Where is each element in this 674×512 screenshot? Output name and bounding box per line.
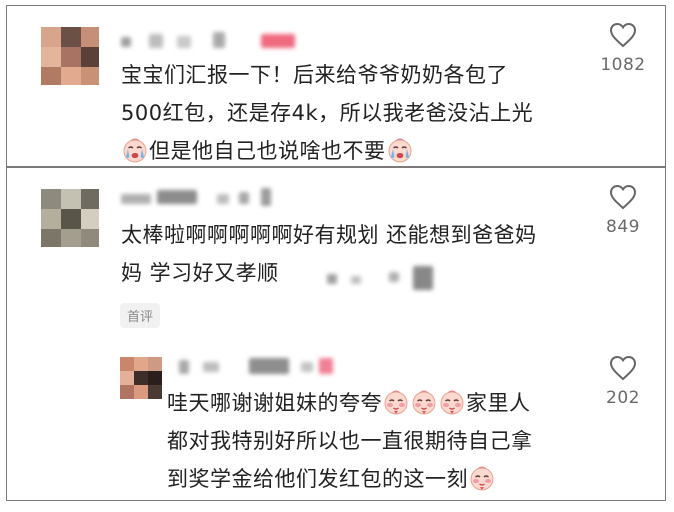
like-count: 202	[606, 388, 640, 408]
comment-line: 宝宝们汇报一下！后来给爷爷奶奶各包了	[121, 63, 508, 87]
like-button[interactable]: 849	[586, 184, 660, 237]
username-redacted[interactable]	[121, 30, 321, 50]
reply-line: 到奖学金给他们发红包的这一刻	[167, 467, 468, 491]
avatar[interactable]	[41, 189, 99, 247]
comment-card-2: 太棒啦啊啊啊啊啊好有规划 还能想到爸爸妈 妈 学习好又孝顺 首评 849 哇天哪…	[6, 167, 666, 501]
like-button[interactable]: 202	[586, 355, 660, 408]
comment-line: 500红包，还是存4k，所以我老爸没沾上光	[121, 101, 534, 125]
comment-line: 妈 学习好又孝顺	[121, 261, 279, 285]
crying-face-icon	[387, 137, 413, 163]
reply-line: 哇天哪谢谢姐妹的夸夸	[167, 391, 382, 415]
redacted-text	[327, 264, 467, 294]
reply-line: 都对我特别好所以也一直很期待自己拿	[167, 429, 533, 453]
reply-avatar[interactable]	[120, 357, 162, 399]
blushing-face-icon	[439, 389, 465, 415]
heart-icon	[609, 22, 637, 48]
first-comment-badge: 首评	[120, 303, 161, 328]
blushing-face-icon	[469, 465, 495, 491]
reply-username-redacted[interactable]	[179, 356, 369, 378]
blushing-face-icon	[411, 389, 437, 415]
blushing-face-icon	[383, 389, 409, 415]
reply-line: 家里人	[466, 391, 531, 415]
comment-text: 宝宝们汇报一下！后来给爷爷奶奶各包了 500红包，还是存4k，所以我老爸没沾上光…	[121, 56, 591, 170]
comment-card-1: 宝宝们汇报一下！后来给爷爷奶奶各包了 500红包，还是存4k，所以我老爸没沾上光…	[6, 5, 666, 167]
comment-line: 太棒啦啊啊啊啊啊好有规划 还能想到爸爸妈	[121, 223, 537, 247]
heart-icon	[609, 184, 637, 210]
avatar[interactable]	[41, 27, 99, 85]
like-count: 1082	[600, 55, 646, 75]
comment-line: 但是他自己也说啥也不要	[149, 139, 386, 163]
like-count: 849	[606, 217, 640, 237]
reply-text: 哇天哪谢谢姐妹的夸夸 家里人 都对我特别好所以也一直很期待自己拿 到奖学金给他们发…	[167, 384, 587, 498]
username-redacted[interactable]	[121, 188, 291, 208]
heart-icon	[609, 355, 637, 381]
crying-face-icon	[122, 137, 148, 163]
comment-thread: 宝宝们汇报一下！后来给爷爷奶奶各包了 500红包，还是存4k，所以我老爸没沾上光…	[0, 0, 674, 512]
like-button[interactable]: 1082	[586, 22, 660, 75]
